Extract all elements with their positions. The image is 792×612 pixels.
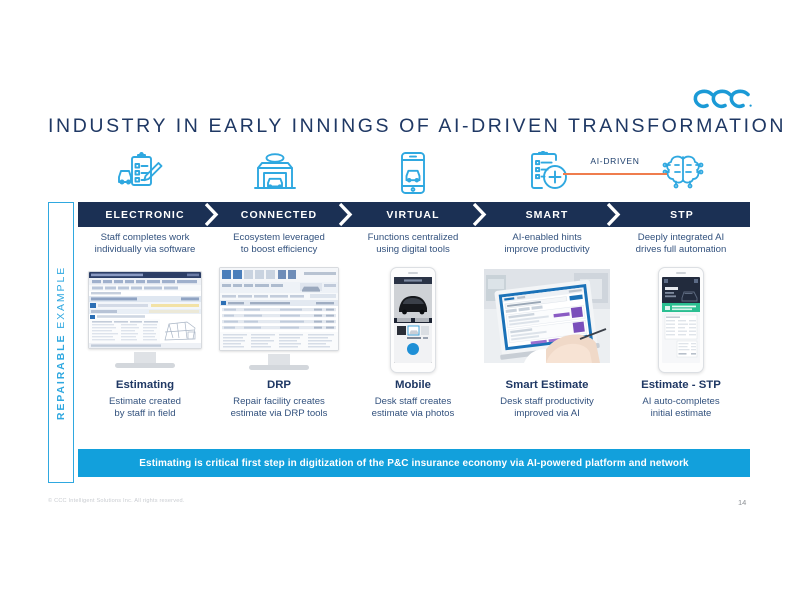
stage-title: Mobile bbox=[394, 379, 432, 391]
chevron-separator-icon bbox=[204, 202, 219, 227]
ai-driven-underline bbox=[563, 173, 667, 175]
stage-caption: AI auto-completes initial estimate bbox=[642, 396, 720, 420]
stage-column-connected: Ecosystem leveraged to boost efficiency bbox=[212, 232, 346, 421]
stage-caption: Desk staff creates estimate via photos bbox=[371, 396, 455, 420]
stage-column-stp: Deeply integrated AI drives full automat… bbox=[614, 232, 748, 421]
side-label-bold: REPAIRABLE bbox=[55, 333, 67, 420]
stage-title: Smart Estimate bbox=[505, 379, 589, 391]
stage-title: Estimate - STP bbox=[641, 379, 721, 391]
stage-caption: Estimate created by staff in field bbox=[109, 396, 181, 420]
stage-visual-laptop-photo bbox=[480, 267, 614, 377]
stage-description: Functions centralized using digital tool… bbox=[367, 232, 459, 256]
stage-description: Ecosystem leveraged to boost efficiency bbox=[233, 232, 325, 256]
stage-visual-desktop-drp bbox=[212, 267, 346, 377]
stage-icon-virtual bbox=[353, 150, 473, 196]
stage-tab-1[interactable]: ELECTRONIC bbox=[78, 202, 212, 227]
stage-tab-2[interactable]: CONNECTED bbox=[212, 202, 346, 227]
summary-banner: Estimating is critical first step in dig… bbox=[78, 449, 750, 477]
stage-description: Deeply integrated AI drives full automat… bbox=[635, 232, 727, 256]
ccc-logo bbox=[692, 88, 754, 114]
stage-icon-electronic bbox=[80, 150, 200, 196]
stage-description: AI-enabled hints improve productivity bbox=[504, 232, 590, 256]
page-title: INDUSTRY IN EARLY INNINGS OF AI-DRIVEN T… bbox=[48, 115, 787, 137]
stage-title: Estimating bbox=[115, 379, 175, 391]
stage-description: Staff completes work individually via so… bbox=[94, 232, 196, 256]
stage-tab-3[interactable]: VIRTUAL bbox=[346, 202, 480, 227]
stage-column-smart: AI-enabled hints improve productivity Sm… bbox=[480, 232, 614, 421]
stage-tab-4[interactable]: SMART bbox=[480, 202, 614, 227]
chevron-separator-icon bbox=[338, 202, 353, 227]
repairable-example-label: REPAIRABLE EXAMPLE bbox=[48, 202, 74, 483]
chevron-separator-icon bbox=[606, 202, 621, 227]
stage-visual-mobile-photo bbox=[346, 267, 480, 377]
phone-mockup-stp bbox=[658, 267, 704, 373]
side-label-light: EXAMPLE bbox=[55, 265, 67, 334]
stage-tab-5[interactable]: STP bbox=[614, 202, 750, 227]
slide: INDUSTRY IN EARLY INNINGS OF AI-DRIVEN T… bbox=[0, 0, 792, 612]
phone-mockup-mobile bbox=[390, 267, 436, 373]
stage-column-virtual: Functions centralized using digital tool… bbox=[346, 232, 480, 421]
stage-visual-stp-estimate bbox=[614, 267, 748, 377]
chevron-separator-icon bbox=[472, 202, 487, 227]
stage-icon-connected bbox=[215, 150, 335, 196]
stage-caption: Desk staff productivity improved via AI bbox=[500, 396, 594, 420]
stage-bar: ELECTRONIC CONNECTED VIRTUAL SMART STP bbox=[78, 202, 750, 227]
stage-visual-desktop-estimating bbox=[78, 267, 212, 377]
ai-driven-annotation: AI-DRIVEN bbox=[560, 156, 670, 180]
stage-title: DRP bbox=[266, 379, 292, 391]
page-number: 14 bbox=[738, 498, 747, 507]
copyright-text: © CCC Intelligent Solutions Inc. All rig… bbox=[48, 498, 185, 504]
stage-caption: Repair facility creates estimate via DRP… bbox=[230, 396, 328, 420]
ai-driven-label: AI-DRIVEN bbox=[590, 156, 640, 166]
stage-column-electronic: Staff completes work individually via so… bbox=[78, 232, 212, 421]
